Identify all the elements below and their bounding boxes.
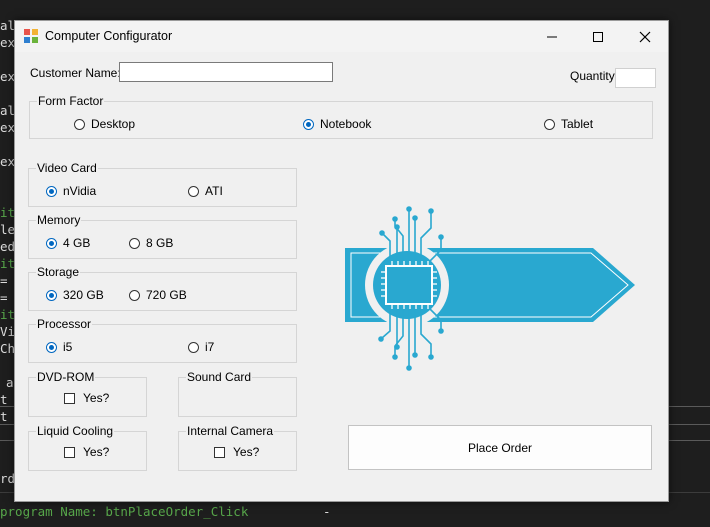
radio-tablet-label: Tablet [561, 117, 594, 131]
dvd-rom-checkbox[interactable]: Yes? [64, 391, 109, 405]
editor-line: a [6, 375, 14, 390]
place-order-button[interactable]: Place Order [348, 425, 652, 470]
minimize-button[interactable] [529, 21, 575, 52]
radio-dot-selected [46, 237, 57, 249]
editor-line: ex [0, 154, 16, 169]
computer-chip-illustration [345, 206, 635, 371]
radio-i7[interactable]: i7 [188, 340, 214, 354]
editor-line: le [0, 222, 16, 237]
radio-nvidia[interactable]: nVidia [46, 184, 96, 198]
editor-line: ex [0, 69, 16, 84]
processor-group: Processor i5 i7 [28, 317, 297, 363]
internal-camera-checkbox[interactable]: Yes? [214, 445, 259, 459]
dvd-rom-checkbox-label: Yes? [83, 391, 110, 405]
editor-line: = [0, 290, 8, 305]
checkbox-box [214, 446, 225, 458]
sound-card-group: Sound Card [178, 370, 297, 417]
processor-title: Processor [36, 317, 93, 331]
radio-dot [129, 237, 140, 249]
radio-nvidia-label: nVidia [63, 184, 97, 198]
radio-i5[interactable]: i5 [46, 340, 72, 354]
editor-line: it [0, 205, 16, 220]
radio-dot [188, 185, 199, 197]
liquid-cooling-title: Liquid Cooling [36, 424, 115, 438]
internal-camera-group: Internal Camera Yes? [178, 424, 297, 471]
radio-dot-selected [46, 185, 57, 197]
radio-ati[interactable]: ATI [188, 184, 223, 198]
dvd-rom-group: DVD-ROM Yes? [28, 370, 147, 417]
editor-marker: - [323, 504, 331, 519]
minimize-icon [547, 36, 557, 37]
radio-dot [129, 289, 140, 301]
app-icon [24, 29, 38, 43]
radio-8gb[interactable]: 8 GB [129, 236, 173, 250]
video-card-group: Video Card nVidia ATI [28, 161, 297, 207]
close-icon [639, 31, 651, 42]
radio-4gb-label: 4 GB [63, 236, 91, 250]
editor-line: ex [0, 35, 16, 50]
memory-group: Memory 4 GB 8 GB [28, 213, 297, 259]
radio-ati-label: ATI [205, 184, 223, 198]
radio-720gb-label: 720 GB [146, 288, 187, 302]
radio-notebook[interactable]: Notebook [303, 117, 371, 131]
editor-line: it [0, 307, 16, 322]
form-factor-title: Form Factor [37, 94, 105, 108]
radio-720gb[interactable]: 720 GB [129, 288, 187, 302]
radio-320gb[interactable]: 320 GB [46, 288, 104, 302]
title-bar[interactable]: Computer Configurator [15, 21, 668, 52]
customer-name-label: Customer Name: [30, 66, 121, 80]
checkbox-box [64, 392, 75, 404]
internal-camera-checkbox-label: Yes? [233, 445, 260, 459]
radio-dot-selected [303, 118, 314, 130]
maximize-icon [593, 31, 603, 42]
quantity-label: Quantity: [570, 69, 619, 83]
maximize-button[interactable] [575, 21, 621, 52]
storage-title: Storage [36, 265, 81, 279]
dvd-rom-title: DVD-ROM [36, 370, 96, 384]
editor-line: Vi [0, 324, 16, 339]
radio-dot [544, 118, 555, 130]
checkbox-box [64, 446, 75, 458]
liquid-cooling-checkbox[interactable]: Yes? [64, 445, 109, 459]
radio-8gb-label: 8 GB [146, 236, 174, 250]
radio-i7-label: i7 [205, 340, 215, 354]
radio-notebook-label: Notebook [320, 117, 372, 131]
window-title: Computer Configurator [45, 29, 173, 43]
video-card-title: Video Card [36, 161, 98, 175]
quantity-input[interactable] [615, 68, 656, 88]
editor-status-line: program Name: btnPlaceOrder_Click [0, 504, 249, 519]
radio-dot [74, 118, 85, 130]
radio-tablet[interactable]: Tablet [544, 117, 593, 131]
storage-group: Storage 320 GB 720 GB [28, 265, 297, 311]
customer-name-input[interactable] [119, 62, 333, 82]
liquid-cooling-checkbox-label: Yes? [83, 445, 110, 459]
editor-line: it [0, 256, 16, 271]
radio-desktop[interactable]: Desktop [74, 117, 135, 131]
editor-line: ex [0, 120, 16, 135]
radio-dot-selected [46, 341, 57, 353]
form-factor-group: Form Factor Desktop Notebook Tablet [29, 94, 653, 139]
radio-i5-label: i5 [63, 340, 73, 354]
editor-line: = [0, 273, 8, 288]
editor-line: al [0, 18, 16, 33]
sound-card-title: Sound Card [186, 370, 253, 384]
radio-dot [188, 341, 199, 353]
radio-desktop-label: Desktop [91, 117, 136, 131]
memory-title: Memory [36, 213, 82, 227]
editor-line: t [0, 409, 8, 424]
configurator-window: Computer Configurator Customer Name: Qua… [14, 20, 669, 502]
radio-320gb-label: 320 GB [63, 288, 104, 302]
internal-camera-title: Internal Camera [186, 424, 275, 438]
close-button[interactable] [622, 21, 668, 52]
editor-line: rd [0, 471, 16, 486]
radio-4gb[interactable]: 4 GB [46, 236, 90, 250]
editor-line: Ch [0, 341, 16, 356]
radio-dot-selected [46, 289, 57, 301]
editor-line: al [0, 103, 16, 118]
liquid-cooling-group: Liquid Cooling Yes? [28, 424, 147, 471]
editor-line: ed [0, 239, 16, 254]
